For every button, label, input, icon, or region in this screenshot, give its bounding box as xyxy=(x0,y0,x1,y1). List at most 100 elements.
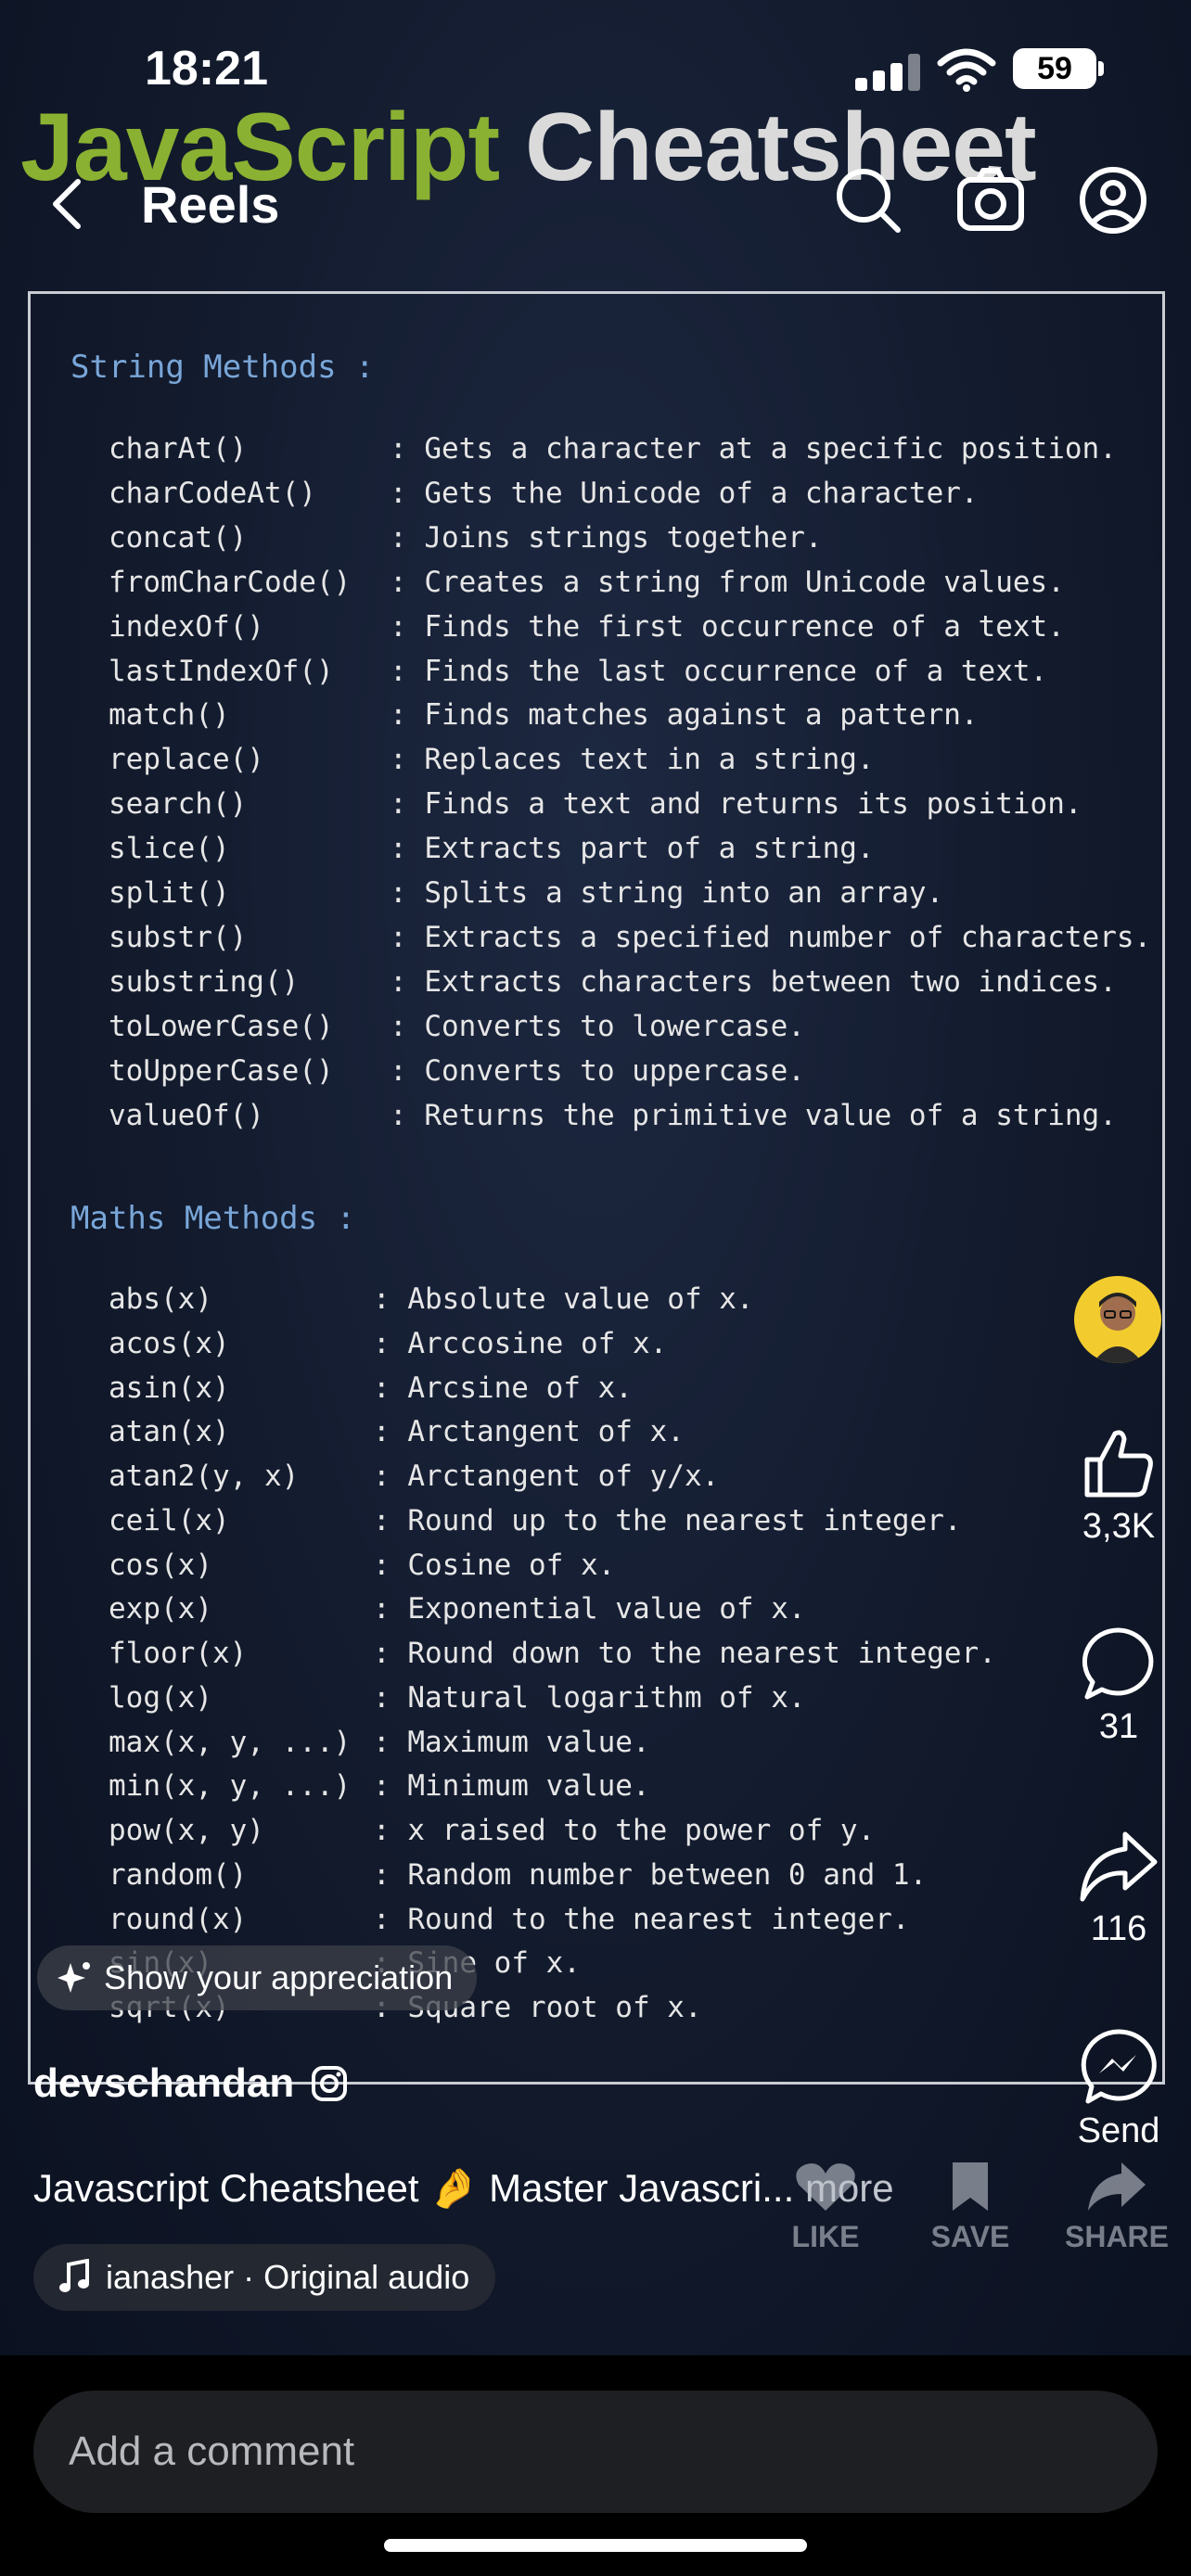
method-name: abs(x) xyxy=(109,1282,212,1316)
method-name: substr() xyxy=(109,920,248,954)
comment-bubble-icon xyxy=(1082,1627,1154,1700)
method-description: : Round up to the nearest integer. xyxy=(373,1503,962,1537)
method-name: slice() xyxy=(109,832,230,866)
method-description: : Finds the first occurrence of a text. xyxy=(390,609,1065,644)
method-description: : Arccosine of x. xyxy=(373,1326,668,1360)
method-description: : Arcsine of x. xyxy=(373,1371,633,1405)
music-note-icon xyxy=(59,2259,89,2292)
method-description: : Round down to the nearest integer. xyxy=(373,1637,996,1670)
method-description: : Minimum value. xyxy=(373,1769,650,1804)
method-name: pow(x, y) xyxy=(109,1814,264,1847)
method-name: min(x, y, ...) xyxy=(109,1769,352,1804)
instagram-icon xyxy=(312,2066,348,2101)
method-description: : Splits a string into an array. xyxy=(390,876,944,910)
battery-tip xyxy=(1098,61,1104,76)
method-name: split() xyxy=(109,876,230,910)
maths-methods-heading: Maths Methods : xyxy=(70,1200,356,1237)
thumbs-up-icon xyxy=(1084,1430,1153,1498)
method-description: : Converts to lowercase. xyxy=(390,1009,805,1043)
method-name: search() xyxy=(109,787,248,822)
profile-icon[interactable] xyxy=(1078,165,1148,236)
battery-icon: 59 xyxy=(1013,48,1096,89)
method-name: indexOf() xyxy=(109,609,264,644)
video-save-overlay: SAVE xyxy=(905,2161,1035,2254)
share-button[interactable]: 116 xyxy=(1065,1827,1172,1949)
wifi-icon xyxy=(937,48,996,92)
video-share-overlay: SHARE xyxy=(1052,2161,1182,2254)
caption-text: Javascript Cheatsheet 🤌 Master Javascri.… xyxy=(33,2166,795,2210)
like-count: 3,3K xyxy=(1082,1507,1156,1546)
method-name: charAt() xyxy=(109,432,248,465)
method-description: : Extracts characters between two indice… xyxy=(390,964,1117,999)
method-description: : Cosine of x. xyxy=(373,1548,616,1582)
method-description: : Round to the nearest integer. xyxy=(373,1902,910,1936)
share-count: 116 xyxy=(1090,1909,1147,1948)
method-description: : Arctangent of x. xyxy=(373,1415,685,1449)
sparkle-star-icon xyxy=(58,1962,90,1993)
method-name: cos(x) xyxy=(109,1548,212,1582)
method-name: asin(x) xyxy=(109,1371,230,1405)
send-label: Send xyxy=(1077,2111,1160,2150)
bookmark-icon xyxy=(953,2162,988,2211)
video-share-label: SHARE xyxy=(1064,2220,1169,2253)
home-indicator[interactable] xyxy=(384,2539,807,2552)
creator-avatar[interactable] xyxy=(1074,1276,1161,1363)
method-description: : Finds the last occurrence of a text. xyxy=(390,654,1048,688)
method-name: round(x) xyxy=(109,1902,248,1936)
method-name: acos(x) xyxy=(109,1326,230,1360)
comment-button[interactable]: 31 xyxy=(1065,1625,1172,1747)
status-time: 18:21 xyxy=(145,42,268,96)
send-button[interactable]: Send xyxy=(1065,2027,1172,2151)
method-description: : Replaces text in a string. xyxy=(390,743,875,777)
method-description: : Arctangent of y/x. xyxy=(373,1460,720,1493)
cellular-signal-icon xyxy=(855,54,920,91)
method-description: : Natural logarithm of x. xyxy=(373,1680,806,1715)
string-methods-heading: String Methods : xyxy=(70,349,375,386)
method-name: toLowerCase() xyxy=(109,1009,334,1043)
method-name: substring() xyxy=(109,964,300,999)
camera-icon[interactable] xyxy=(955,165,1026,236)
back-chevron-icon[interactable] xyxy=(45,176,91,232)
caption-more-link[interactable]: more xyxy=(805,2166,894,2210)
creator-username[interactable]: devschandan xyxy=(33,2060,348,2107)
method-name: toUpperCase() xyxy=(109,1053,334,1088)
share-arrow-icon xyxy=(1080,1831,1158,1902)
search-icon[interactable] xyxy=(833,165,903,236)
method-description: : Random number between 0 and 1. xyxy=(373,1857,928,1892)
method-description: : Converts to uppercase. xyxy=(390,1053,805,1088)
username-text: devschandan xyxy=(33,2060,295,2106)
method-name: floor(x) xyxy=(109,1637,248,1670)
method-name: lastIndexOf() xyxy=(109,654,334,688)
method-name: fromCharCode() xyxy=(109,565,352,599)
method-name: atan2(y, x) xyxy=(109,1460,300,1493)
video-like-label: LIKE xyxy=(791,2220,860,2253)
audio-label: ianasher · Original audio xyxy=(106,2258,470,2296)
appreciation-label: Show your appreciation xyxy=(104,1958,454,1996)
method-name: atan(x) xyxy=(109,1415,230,1449)
method-description: : Extracts a specified number of charact… xyxy=(390,920,1152,954)
method-name: random() xyxy=(109,1857,248,1892)
method-description: : x raised to the power of y. xyxy=(373,1814,876,1847)
method-description: : Finds a text and returns its position. xyxy=(390,787,1082,822)
method-description: : Joins strings together. xyxy=(390,520,823,555)
method-description: : Absolute value of x. xyxy=(373,1282,754,1316)
method-name: exp(x) xyxy=(109,1592,212,1626)
method-description: : Creates a string from Unicode values. xyxy=(390,565,1065,599)
post-caption[interactable]: Javascript Cheatsheet 🤌 Master Javascri.… xyxy=(33,2166,894,2212)
comment-input[interactable]: Add a comment xyxy=(33,2391,1158,2513)
show-appreciation-button[interactable]: Show your appreciation xyxy=(37,1945,478,2010)
method-description: : Returns the primitive value of a strin… xyxy=(390,1098,1117,1132)
method-name: valueOf() xyxy=(109,1098,264,1132)
avatar-face-icon xyxy=(1093,1293,1143,1363)
method-description: : Maximum value. xyxy=(373,1725,650,1759)
like-button[interactable]: 3,3K xyxy=(1065,1424,1172,1547)
method-description: : Extracts part of a string. xyxy=(390,832,875,866)
video-save-label: SAVE xyxy=(930,2220,1010,2253)
method-name: max(x, y, ...) xyxy=(109,1725,352,1759)
method-description: : Gets the Unicode of a character. xyxy=(390,476,979,510)
method-name: charCodeAt() xyxy=(109,476,316,510)
method-name: concat() xyxy=(109,520,248,555)
method-name: log(x) xyxy=(109,1680,212,1715)
method-description: : Gets a character at a specific positio… xyxy=(390,432,1117,465)
audio-pill[interactable]: ianasher · Original audio xyxy=(33,2244,496,2311)
